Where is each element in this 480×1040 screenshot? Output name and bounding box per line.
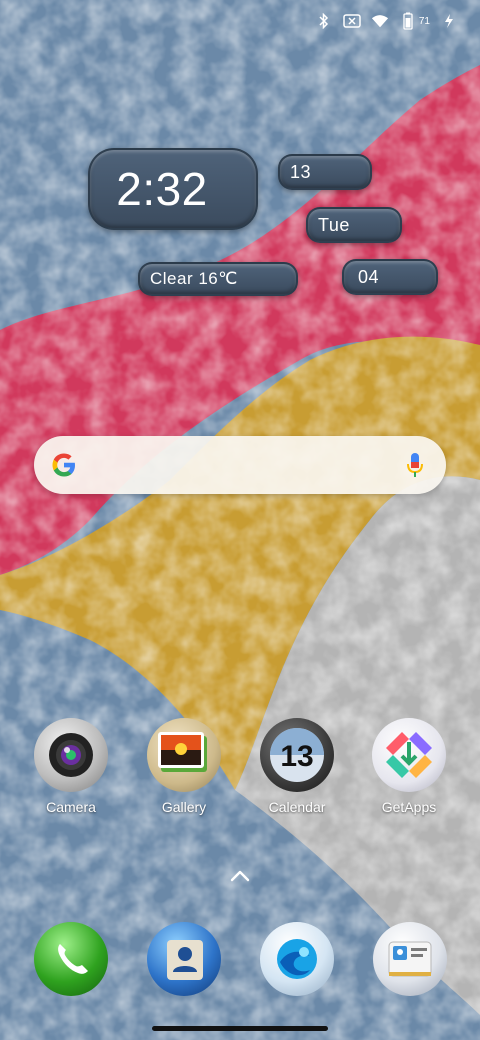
app-gallery[interactable]: Gallery	[136, 718, 232, 815]
no-sim-icon	[343, 12, 361, 30]
google-search-bar[interactable]	[34, 436, 446, 494]
mic-icon[interactable]	[406, 451, 424, 479]
home-gesture-bar[interactable]	[152, 1026, 328, 1031]
app-label: Gallery	[161, 799, 207, 815]
getapps-icon	[372, 718, 446, 792]
date-text: 13	[290, 161, 312, 182]
weather-text: Clear 16℃	[150, 269, 238, 288]
month-text: 04	[358, 266, 380, 287]
charging-icon	[440, 12, 458, 30]
day-widget[interactable]: Tue	[306, 207, 402, 243]
calendar-badge: 13	[280, 740, 313, 773]
app-calendar[interactable]: 13 Calendar	[249, 718, 345, 815]
weather-widget[interactable]: Clear 16℃	[138, 262, 298, 296]
gallery-icon	[147, 718, 221, 792]
app-label: GetApps	[381, 799, 437, 815]
google-logo	[52, 453, 75, 477]
app-getapps[interactable]: GetApps	[361, 718, 457, 815]
app-label: Calendar	[268, 799, 326, 815]
day-text: Tue	[318, 214, 350, 235]
calendar-icon: 13	[260, 718, 334, 792]
app-camera[interactable]: Camera	[23, 718, 119, 815]
month-widget[interactable]: 04	[342, 259, 438, 295]
clock-widget[interactable]: 2:32	[88, 148, 258, 230]
app-label: Camera	[46, 799, 96, 815]
camera-icon	[34, 718, 108, 792]
phone-icon[interactable]	[34, 922, 108, 996]
battery-icon	[399, 12, 417, 30]
contacts-icon[interactable]	[147, 922, 221, 996]
status-bar: 71	[315, 10, 458, 32]
wifi-icon	[371, 12, 389, 30]
bluetooth-icon	[315, 12, 333, 30]
battery-level: 71	[418, 15, 430, 27]
browser-icon[interactable]	[260, 922, 334, 996]
messages-icon[interactable]	[373, 922, 447, 996]
date-widget[interactable]: 13	[278, 154, 372, 190]
clock-time: 2:32	[116, 163, 208, 215]
app-drawer-arrow-icon[interactable]	[229, 868, 251, 884]
